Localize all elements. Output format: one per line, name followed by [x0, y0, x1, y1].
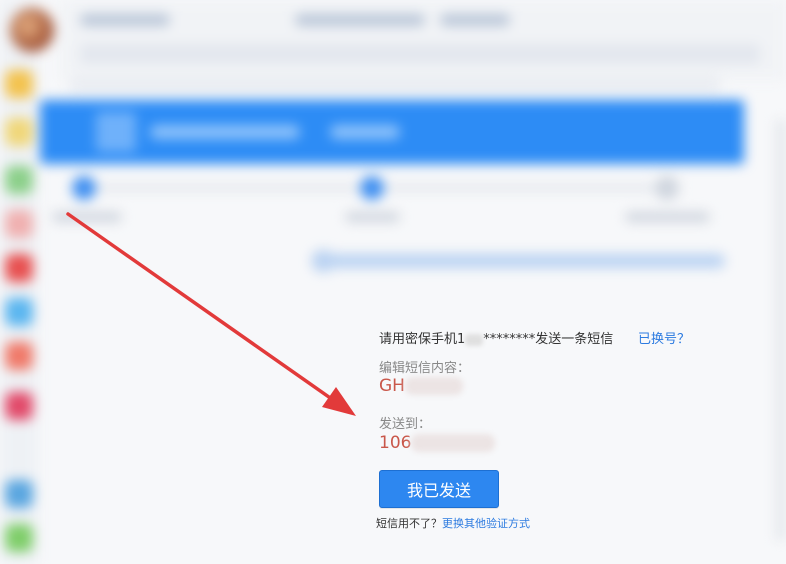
step-dot: [72, 176, 96, 200]
dock-app-icon: [5, 392, 33, 420]
app-dock: [0, 0, 38, 564]
dock-app-icon: [5, 254, 33, 282]
send-to-label: 发送到：: [379, 417, 432, 432]
change-verification-link[interactable]: 更换其他验证方式: [442, 517, 530, 530]
sms-verification-panel: 请用密保手机1 ********发送一条短信 已换号？ 编辑短信内容： GH 发送…: [376, 326, 739, 536]
send-to-number: 106: [379, 433, 496, 453]
dock-app-icon: [5, 480, 33, 508]
sms-content-value: GH: [379, 376, 463, 396]
dock-app-icon: [5, 524, 33, 552]
changed-number-link[interactable]: 已换号？: [638, 328, 690, 347]
dock-app-icon: [5, 210, 33, 238]
step-dot: [360, 176, 384, 200]
page-header: [40, 100, 744, 164]
avatar: [10, 8, 54, 52]
header-logo-icon: [96, 112, 136, 152]
edit-sms-label: 编辑短信内容：: [379, 361, 471, 376]
sent-confirm-button[interactable]: 我已发送: [379, 470, 499, 508]
alternative-method-note: 短信用不了？更换其他验证方式: [376, 517, 530, 530]
info-notice: [315, 254, 725, 268]
dock-app-icon: [5, 166, 33, 194]
dock-app-icon: [5, 298, 33, 326]
masked-digits: [465, 333, 484, 346]
step-dot: [655, 176, 679, 200]
masked-number: [411, 434, 496, 452]
dock-app-icon: [5, 118, 33, 146]
address-bar: [80, 44, 760, 64]
tab-strip: [80, 10, 720, 32]
masked-content: [404, 377, 463, 395]
dock-app-icon: [5, 342, 33, 370]
dock-app-icon: [5, 70, 33, 98]
bookmark-bar: [70, 78, 720, 92]
sms-instruction: 请用密保手机1 ********发送一条短信: [379, 332, 614, 347]
screenshot-stage: 请用密保手机1 ********发送一条短信 已换号？ 编辑短信内容： GH 发送…: [0, 0, 786, 564]
scrollbar[interactable]: [776, 120, 786, 540]
